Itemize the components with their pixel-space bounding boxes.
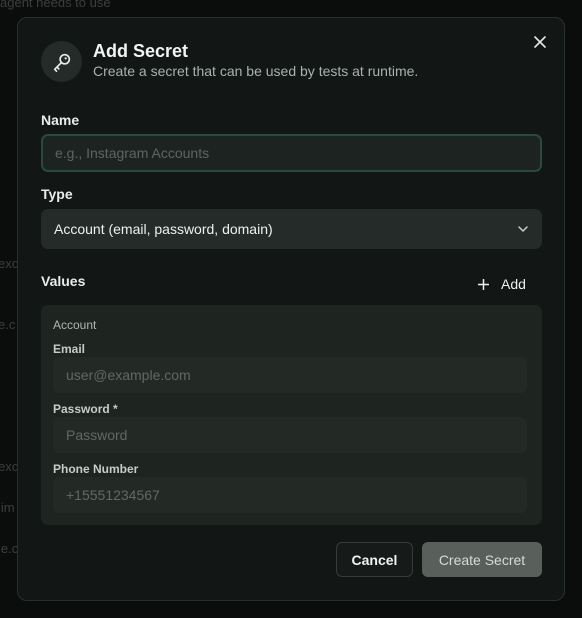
name-label: Name: [41, 112, 80, 128]
panel-title: Account: [53, 318, 97, 332]
type-label: Type: [41, 186, 73, 202]
cancel-button[interactable]: Cancel: [336, 542, 413, 577]
background-fragment: le.c: [0, 541, 19, 556]
background-fragment: e.c: [0, 317, 16, 332]
phone-label: Phone Number: [53, 462, 139, 476]
email-field[interactable]: [53, 357, 527, 393]
name-input[interactable]: [41, 134, 542, 172]
create-secret-button[interactable]: Create Secret: [422, 542, 542, 577]
background-fragment: exc: [0, 256, 19, 271]
dialog-title: Add Secret: [93, 41, 189, 61]
dialog-subtitle: Create a secret that can be used by test…: [93, 63, 419, 79]
close-button[interactable]: [530, 32, 550, 52]
account-values-panel: Account Email Password * Phone Number: [41, 305, 542, 525]
email-label: Email: [53, 342, 86, 356]
values-label: Values: [41, 273, 86, 289]
chevron-down-icon: [518, 226, 528, 232]
background-text: agent needs to use: [0, 0, 111, 10]
header-icon-container: [41, 41, 82, 82]
background-fragment: lim: [0, 500, 15, 515]
add-value-button[interactable]: Add: [478, 272, 526, 296]
add-value-label: Add: [501, 276, 526, 292]
phone-field[interactable]: [53, 477, 527, 513]
password-label: Password *: [53, 402, 118, 416]
key-icon: [53, 53, 70, 72]
background-fragment: exc: [0, 459, 19, 474]
type-select-value: Account (email, password, domain): [54, 221, 273, 237]
type-select[interactable]: Account (email, password, domain): [41, 209, 542, 249]
plus-icon: [478, 278, 489, 290]
password-field[interactable]: [53, 417, 527, 453]
add-secret-dialog: Add Secret Create a secret that can be u…: [17, 17, 565, 601]
close-icon: [534, 36, 546, 48]
